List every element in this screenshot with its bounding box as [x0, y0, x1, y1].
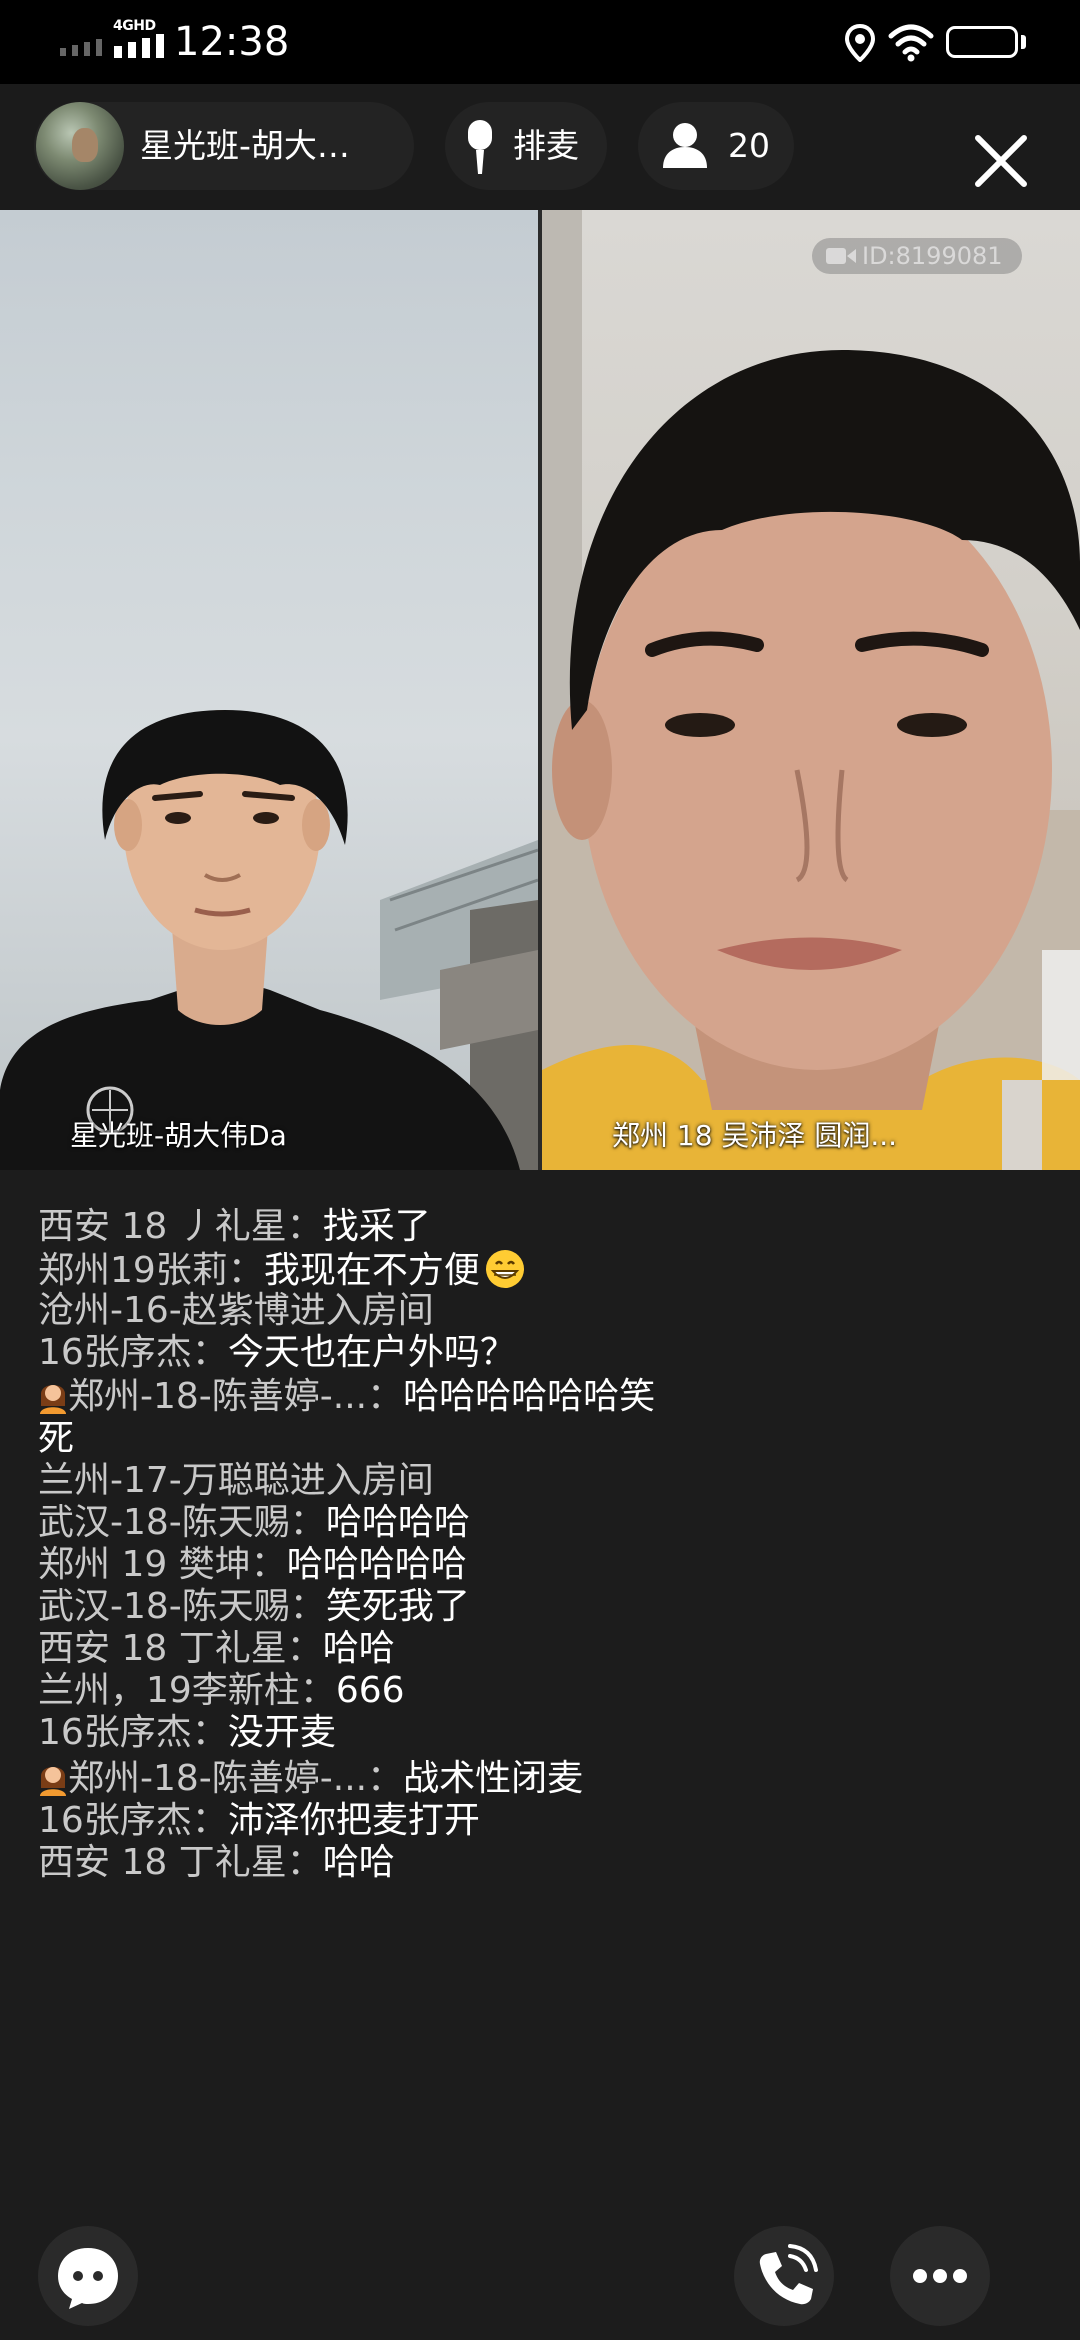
chat-username[interactable]: 郑州19张莉 [38, 1250, 228, 1291]
more-button[interactable] [890, 2226, 990, 2326]
phone-icon [759, 2244, 818, 2305]
chat-text: 我现在不方便 [263, 1250, 480, 1291]
host-avatar[interactable] [36, 102, 124, 190]
chat-username[interactable]: 郑州-18-陈善婷-... [68, 1376, 367, 1417]
chat-username[interactable]: 郑州 19 樊坤 [38, 1544, 251, 1585]
chat-separator: ： [250, 1544, 287, 1585]
chat-text: 哈哈哈哈哈 [286, 1544, 467, 1585]
close-icon[interactable] [972, 132, 1030, 190]
viewer-count: 20 [728, 126, 770, 165]
battery-level: 77 [967, 30, 997, 54]
chat-text: 哈哈哈哈 [325, 1502, 470, 1543]
chat-message[interactable]: 西安 18 丁礼星：哈哈 [38, 1628, 395, 1670]
signal-weak-icon [60, 39, 102, 56]
chat-message-continuation: 死 [38, 1418, 74, 1460]
chat-system-message[interactable]: 兰州-17-万聪聪进入房间 [38, 1460, 434, 1502]
room-id-badge: ID:8199081 [812, 238, 1022, 274]
system-message-text: 沧州-16-赵紫博进入房间 [38, 1290, 434, 1331]
chat-message[interactable]: 16张序杰：没开麦 [38, 1712, 336, 1754]
chat-feed[interactable]: 西安 18 丿礼星：找采了 郑州19张莉：我现在不方便 沧州-16-赵紫博进入房间 1… [0, 1170, 1080, 2210]
mic-icon [468, 120, 492, 174]
chat-separator: ： [227, 1250, 264, 1291]
battery-tip [1021, 35, 1026, 49]
host-video-frame [0, 710, 538, 1170]
host-info-button[interactable]: 星光班-胡大… [34, 102, 414, 190]
chat-text: 今天也在户外吗？ [227, 1332, 516, 1373]
chat-message[interactable]: 武汉-18-陈天赐：哈哈哈哈 [38, 1502, 470, 1544]
system-message-text: 兰州-17-万聪聪进入房间 [38, 1460, 434, 1501]
chat-text: 笑死我了 [325, 1586, 470, 1627]
chat-separator: ： [367, 1758, 404, 1799]
chat-message[interactable]: 西安 18 丁礼星：哈哈 [38, 1842, 395, 1884]
chat-username[interactable]: 16张序杰 [38, 1712, 192, 1753]
girl-avatar-icon [40, 1385, 66, 1414]
chat-username[interactable]: 郑州-18-陈善婷-... [68, 1758, 367, 1799]
viewers-button[interactable]: 20 [638, 102, 794, 190]
chat-username[interactable]: 16张序杰 [38, 1800, 192, 1841]
clock: 12:38 [174, 19, 290, 65]
chat-input-button[interactable] [38, 2226, 138, 2326]
chat-username[interactable]: 武汉-18-陈天赐 [38, 1586, 290, 1627]
chat-separator: ： [286, 1842, 323, 1883]
chat-text: 找采了 [322, 1206, 431, 1247]
grin-emoji-icon [485, 1250, 524, 1288]
chat-text: 666 [335, 1670, 405, 1711]
guest-video[interactable]: ID:8199081 郑州 18 吴沛泽 圆润... [542, 210, 1080, 1170]
girl-avatar-icon [40, 1767, 66, 1796]
location-icon [844, 24, 876, 62]
chat-text: 沛泽你把麦打开 [227, 1800, 480, 1841]
chat-separator: ： [299, 1670, 336, 1711]
chat-separator: ： [289, 1502, 326, 1543]
chat-system-message[interactable]: 沧州-16-赵紫博进入房间 [38, 1290, 434, 1332]
chat-username[interactable]: 西安 18 丿礼星 [38, 1206, 287, 1247]
guest-video-frame [542, 210, 1080, 1170]
camera-icon [826, 248, 856, 264]
chat-username[interactable]: 武汉-18-陈天赐 [38, 1502, 290, 1543]
status-bar: 4GHD 12:38 77 [0, 0, 1080, 84]
host-video[interactable]: 星光班-胡大伟Da [0, 210, 538, 1170]
chat-text: 战术性闭麦 [403, 1758, 584, 1799]
chat-message[interactable]: 郑州 19 樊坤：哈哈哈哈哈 [38, 1544, 467, 1586]
chat-separator: ： [191, 1800, 228, 1841]
chat-message[interactable]: 郑州-18-陈善婷-...：哈哈哈哈哈哈笑 [38, 1376, 655, 1418]
battery-icon: 77 [946, 26, 1018, 58]
host-name: 星光班-胡大… [140, 126, 350, 165]
room-header: 星光班-胡大… 排麦 20 [0, 84, 1080, 210]
chat-message[interactable]: 武汉-18-陈天赐：笑死我了 [38, 1586, 470, 1628]
mic-queue-label: 排麦 [513, 126, 579, 165]
chat-separator: ： [286, 1206, 323, 1247]
signal-icon [114, 34, 164, 58]
call-button[interactable] [734, 2226, 834, 2326]
guest-video-label: 郑州 18 吴沛泽 圆润... [612, 1119, 898, 1152]
chat-username[interactable]: 西安 18 丁礼星 [38, 1628, 287, 1669]
chat-text: 没开麦 [227, 1712, 336, 1753]
chat-message[interactable]: 16张序杰：沛泽你把麦打开 [38, 1800, 480, 1842]
person-icon [663, 123, 707, 168]
chat-username[interactable]: 兰州，19李新柱 [38, 1670, 300, 1711]
chat-message[interactable]: 郑州-18-陈善婷-...：战术性闭麦 [38, 1758, 583, 1800]
chat-separator: ： [191, 1332, 228, 1373]
chat-bubble-icon [58, 2248, 118, 2309]
wifi-icon [888, 24, 934, 62]
chat-text-continued: 死 [38, 1418, 75, 1459]
chat-username[interactable]: 16张序杰 [38, 1332, 192, 1373]
mic-queue-button[interactable]: 排麦 [445, 102, 607, 190]
chat-separator: ： [286, 1628, 323, 1669]
chat-message[interactable]: 16张序杰：今天也在户外吗？ [38, 1332, 516, 1374]
chat-separator: ： [367, 1376, 404, 1417]
chat-username[interactable]: 西安 18 丁礼星 [38, 1842, 287, 1883]
chat-text: 哈哈哈哈哈哈笑 [403, 1376, 656, 1417]
chat-message[interactable]: 西安 18 丿礼星：找采了 [38, 1206, 431, 1248]
chat-separator: ： [289, 1586, 326, 1627]
chat-text: 哈哈 [322, 1628, 395, 1669]
room-id: ID:8199081 [862, 242, 1003, 270]
chat-separator: ： [191, 1712, 228, 1753]
more-icon [913, 2269, 967, 2283]
chat-text: 哈哈 [322, 1842, 395, 1883]
chat-message[interactable]: 兰州，19李新柱：666 [38, 1670, 405, 1712]
host-video-label: 星光班-胡大伟Da [70, 1119, 287, 1152]
chat-message[interactable]: 郑州19张莉：我现在不方便 [38, 1248, 526, 1292]
